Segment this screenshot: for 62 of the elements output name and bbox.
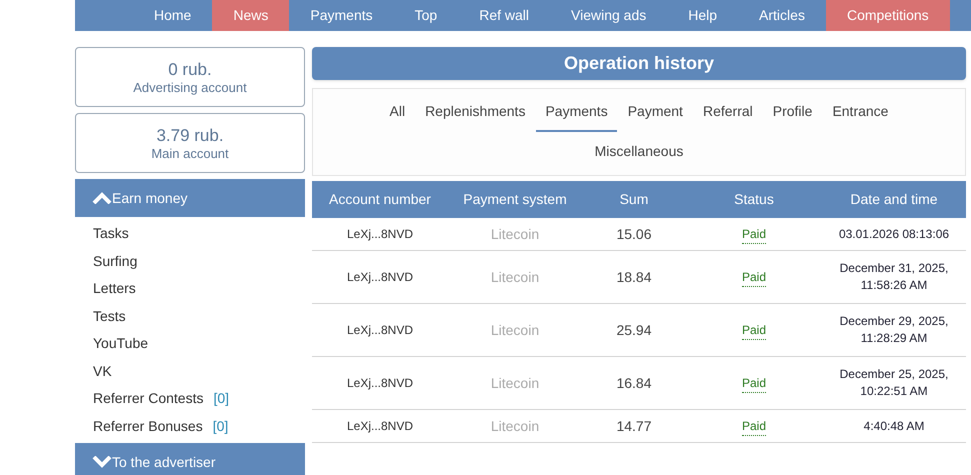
count-text: [0] xyxy=(213,389,230,408)
menu-item[interactable]: YouTube xyxy=(93,333,148,354)
tab[interactable]: Miscellaneous xyxy=(586,132,692,172)
tab[interactable]: Entrance xyxy=(823,92,898,132)
balance-amount: 0 rub. xyxy=(168,60,212,80)
tab[interactable]: Referral xyxy=(694,92,762,132)
date-text: 10:22:51 AM xyxy=(860,383,928,400)
table-cell-text: 15.06 xyxy=(615,224,653,244)
status-label: Paid xyxy=(742,374,766,392)
table-cell-text: 25.94 xyxy=(615,320,653,340)
date-text: December 31, 2025, xyxy=(840,260,948,277)
table-cell-text: 14.77 xyxy=(615,416,653,436)
date-text: 03.01.2026 08:13:06 xyxy=(838,226,950,242)
menu-item[interactable]: Surfing xyxy=(93,250,138,272)
menu-header-label: Earn money xyxy=(112,188,188,208)
tab[interactable]: Profile xyxy=(764,92,822,132)
table-cell-text: LeXj...8NVD xyxy=(346,226,414,243)
menu-header[interactable]: To the advertiser xyxy=(75,443,305,475)
column-header: Sum xyxy=(618,190,650,209)
table-cell-text: Litecoin xyxy=(490,416,540,436)
table-cell-text: LeXj...8NVD xyxy=(346,269,414,286)
date-text: 4:40:48 AM xyxy=(864,418,924,434)
status-label: Paid xyxy=(742,416,766,436)
table-cell-text: LeXj...8NVD xyxy=(346,418,414,435)
column-header: Status xyxy=(733,190,775,209)
status-label: Paid xyxy=(742,320,766,340)
tab[interactable]: All xyxy=(380,92,414,132)
menu-item[interactable]: Tasks xyxy=(93,223,129,244)
column-header: Date and time xyxy=(849,190,939,209)
status-label: Paid xyxy=(742,268,766,286)
table-cell-text: Litecoin xyxy=(490,268,540,286)
page-title: Operation history xyxy=(312,47,966,80)
status-label: Paid xyxy=(742,224,766,244)
menu-header-label: To the advertiser xyxy=(112,452,216,472)
date-text: December 29, 2025, xyxy=(840,313,948,330)
balance-amount: 3.79 rub. xyxy=(156,126,224,146)
table-cell-text: Litecoin xyxy=(490,374,540,392)
menu-item[interactable]: Letters xyxy=(93,278,136,300)
date-text: 11:28:29 AM xyxy=(860,330,928,347)
date-text: 11:58:26 AM xyxy=(860,277,928,294)
date-text: December 25, 2025, xyxy=(840,366,948,383)
column-header: Payment system xyxy=(462,190,568,209)
tab[interactable]: Payments xyxy=(536,92,617,132)
menu-item[interactable]: Tests xyxy=(93,306,126,327)
table-cell-text: Litecoin xyxy=(490,320,540,340)
table-cell-text: Litecoin xyxy=(490,224,540,244)
balance-label: Main account xyxy=(151,146,229,160)
table-cell-text: 16.84 xyxy=(615,374,653,392)
table-cell-text: LeXj...8NVD xyxy=(346,322,414,339)
menu-item[interactable]: Referrer Bonuses xyxy=(93,416,203,437)
table-cell-text: 18.84 xyxy=(615,268,653,286)
chevron-down-icon xyxy=(92,456,112,468)
column-header: Account number xyxy=(328,190,432,209)
menu-header[interactable]: Earn money xyxy=(75,179,305,217)
chevron-up-icon xyxy=(92,192,112,204)
balance-label: Advertising account xyxy=(133,80,247,94)
menu-item[interactable]: Referrer Contests xyxy=(93,388,204,410)
count-text: [0] xyxy=(212,416,228,436)
tab[interactable]: Payment xyxy=(618,92,692,132)
tab[interactable]: Replenishments xyxy=(416,92,534,132)
menu-item[interactable]: VK xyxy=(93,360,112,382)
table-cell-text: LeXj...8NVD xyxy=(346,375,414,392)
